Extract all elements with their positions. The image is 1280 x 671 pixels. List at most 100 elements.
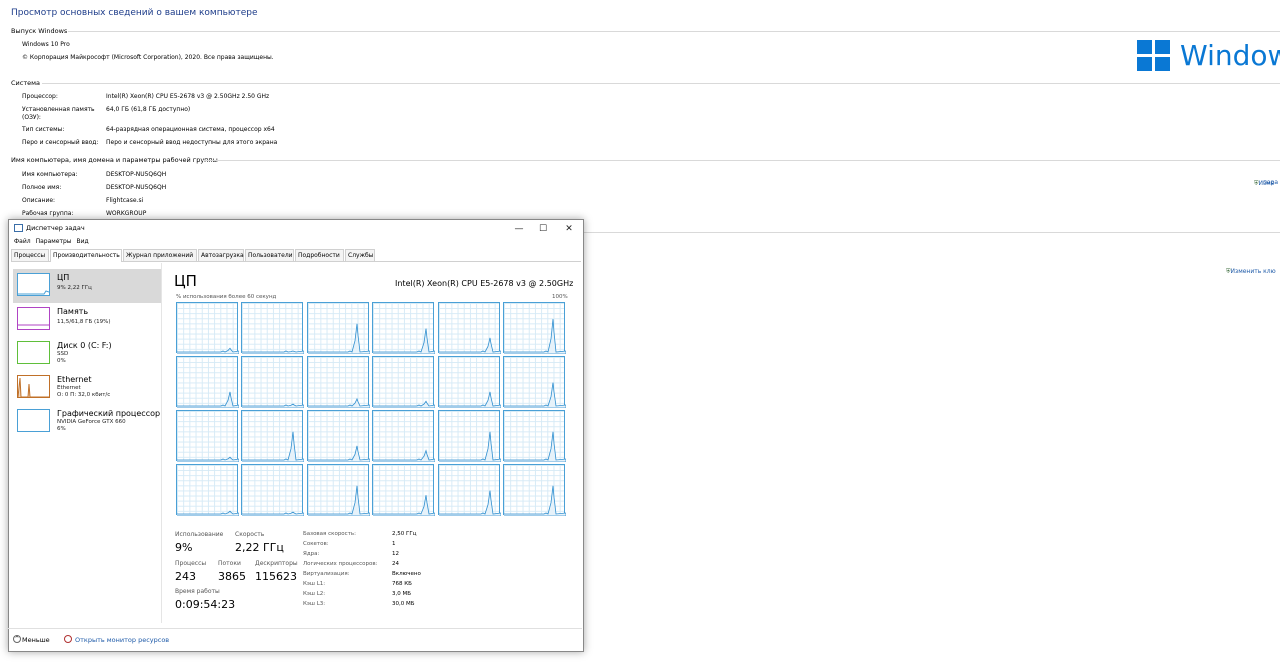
cpu-core-graph bbox=[503, 302, 566, 354]
cpu-core-usage-trace bbox=[307, 397, 370, 408]
cpu-core-line bbox=[242, 403, 305, 408]
cpu-core-usage-trace bbox=[177, 391, 239, 408]
sidebar-item-gpu[interactable]: Графический процессор 0 NVIDIA GeForce G… bbox=[13, 405, 161, 439]
handles-label: Дескрипторы bbox=[255, 560, 298, 567]
cpu-core-graph bbox=[241, 464, 305, 516]
tab-processes[interactable]: Процессы bbox=[11, 249, 49, 261]
change-product-key-link[interactable]: ⛨Изменить клю bbox=[1226, 258, 1276, 277]
ethernet-thumbnail bbox=[17, 375, 50, 398]
cpu-core-line bbox=[438, 337, 501, 354]
cpu-core-graph bbox=[372, 356, 436, 408]
cpu-core-usage-trace bbox=[504, 485, 566, 516]
tab-app-history[interactable]: Журнал приложений bbox=[123, 249, 197, 261]
windows-logo-text: Windows bbox=[1180, 39, 1280, 72]
cpu-core-line bbox=[438, 490, 501, 516]
cpu-core-line bbox=[307, 485, 370, 516]
value-pen: Перо и сенсорный ввод недоступны для это… bbox=[106, 139, 278, 146]
sidebar-item-cpu[interactable]: ЦП 9% 2,22 ГГц bbox=[13, 269, 161, 303]
label-computer-name: Имя компьютера: bbox=[22, 171, 78, 178]
sidebar-gpu-sub2: 6% bbox=[57, 426, 66, 432]
menu-options[interactable]: Параметры bbox=[36, 238, 72, 245]
usage-label: Использование bbox=[175, 531, 224, 538]
speed-value: 2,22 ГГц bbox=[235, 541, 284, 554]
sidebar-item-disk[interactable]: Диск 0 (C: F:) SSD 0% bbox=[13, 337, 161, 371]
cpu-core-graph bbox=[437, 356, 501, 408]
cpu-core-usage-trace bbox=[242, 403, 305, 408]
cpu-core-graph bbox=[241, 302, 305, 354]
cpu-core-line bbox=[504, 382, 566, 408]
cpu-core-usage-trace bbox=[438, 431, 501, 462]
maximize-button[interactable]: ☐ bbox=[533, 222, 553, 236]
cpu-core-graph bbox=[437, 302, 501, 354]
label-memory: Установленная память (ОЗУ): bbox=[22, 106, 95, 121]
cpu-core-line bbox=[504, 431, 566, 462]
cpu-core-graph bbox=[176, 410, 239, 462]
tab-bar: Процессы Производительность Журнал прило… bbox=[11, 249, 581, 262]
cpu-core-usage-trace bbox=[307, 323, 370, 354]
graph-max-label: 100% bbox=[552, 294, 568, 300]
cpu-core-graph bbox=[241, 356, 305, 408]
close-button[interactable]: ✕ bbox=[559, 222, 579, 236]
open-resource-monitor-link[interactable]: Открыть монитор ресурсов bbox=[75, 636, 169, 644]
value-description: Flightcase.si bbox=[106, 197, 144, 204]
memory-thumbnail-graph bbox=[18, 324, 49, 326]
section-computer: Имя компьютера, имя домена и параметры р… bbox=[11, 156, 218, 164]
detail-logical-value: 24 bbox=[392, 561, 399, 567]
tab-startup[interactable]: Автозагрузка bbox=[198, 249, 244, 261]
cpu-core-graph bbox=[306, 302, 370, 354]
title-bar[interactable]: Диспетчер задач — ☐ ✕ bbox=[9, 220, 583, 238]
cpu-core-graph bbox=[306, 464, 370, 516]
detail-l2-value: 3,0 МБ bbox=[392, 591, 412, 597]
sidebar-item-memory[interactable]: Память 11,5/61,8 ГБ (19%) bbox=[13, 303, 161, 337]
detail-cores-value: 12 bbox=[392, 551, 399, 557]
fewer-details-button[interactable]: Меньше bbox=[22, 636, 50, 644]
ethernet-thumbnail-graph bbox=[17, 377, 49, 398]
sidebar-gpu-sub1: NVIDIA GeForce GTX 660 bbox=[57, 419, 126, 425]
sidebar-item-ethernet[interactable]: Ethernet Ethernet О: 0 П: 32,0 кбит/с bbox=[13, 371, 161, 405]
label-system-type: Тип системы: bbox=[22, 126, 65, 133]
cpu-model: Intel(R) Xeon(R) CPU E5-2678 v3 @ 2.50GH… bbox=[395, 279, 574, 288]
cpu-core-line bbox=[177, 391, 239, 408]
page-title: Просмотр основных сведений о вашем компь… bbox=[11, 8, 258, 18]
change-settings-link-line2[interactable]: пара bbox=[1263, 179, 1278, 186]
chevron-up-icon[interactable]: ^ bbox=[13, 635, 21, 643]
detail-l3-value: 30,0 МБ bbox=[392, 601, 415, 607]
menu-file[interactable]: Файл bbox=[14, 238, 31, 245]
cpu-panel-title: ЦП bbox=[174, 272, 197, 290]
cpu-core-usage-trace bbox=[373, 449, 436, 462]
cpu-core-graph bbox=[503, 464, 566, 516]
cpu-core-usage-trace bbox=[373, 400, 436, 408]
usage-value: 9% bbox=[175, 541, 193, 554]
cpu-core-line bbox=[242, 431, 305, 462]
detail-sockets-value: 1 bbox=[392, 541, 396, 547]
label-workgroup: Рабочая группа: bbox=[22, 210, 74, 217]
cpu-core-line bbox=[373, 449, 436, 462]
sidebar-ethernet-sub2: О: 0 П: 32,0 кбит/с bbox=[57, 392, 111, 398]
cpu-core-line bbox=[373, 495, 436, 516]
value-full-name: DESKTOP-NU5Q6QH bbox=[106, 184, 167, 191]
tab-users[interactable]: Пользователи bbox=[245, 249, 294, 261]
tab-services[interactable]: Службы bbox=[345, 249, 375, 261]
cpu-core-usage-trace bbox=[242, 431, 305, 462]
cpu-core-graph bbox=[372, 464, 436, 516]
task-manager-footer: ^ Меньше Открыть монитор ресурсов bbox=[8, 628, 582, 651]
value-system-type: 64-разрядная операционная система, проце… bbox=[106, 126, 275, 133]
label-description: Описание: bbox=[22, 197, 56, 204]
detail-l2-key: Кэш L2: bbox=[303, 591, 326, 597]
minimize-button[interactable]: — bbox=[509, 222, 529, 236]
cpu-core-line bbox=[373, 400, 436, 408]
sidebar-memory-sub: 11,5/61,8 ГБ (19%) bbox=[57, 319, 111, 325]
cpu-core-line bbox=[242, 511, 305, 516]
tab-details[interactable]: Подробности bbox=[295, 249, 344, 261]
detail-l1-key: Кэш L1: bbox=[303, 581, 326, 587]
divider bbox=[202, 160, 1280, 161]
cpu-core-line bbox=[177, 456, 239, 462]
resource-monitor-icon[interactable] bbox=[64, 635, 72, 643]
label-pen: Перо и сенсорный ввод: bbox=[22, 139, 99, 146]
value-memory: 64,0 ГБ (61,8 ГБ доступно) bbox=[106, 106, 191, 113]
menu-view[interactable]: Вид bbox=[77, 238, 89, 245]
cpu-core-line bbox=[504, 485, 566, 516]
cpu-core-graph bbox=[437, 464, 501, 516]
section-system: Система bbox=[11, 79, 41, 87]
tab-performance[interactable]: Производительность bbox=[50, 249, 122, 262]
